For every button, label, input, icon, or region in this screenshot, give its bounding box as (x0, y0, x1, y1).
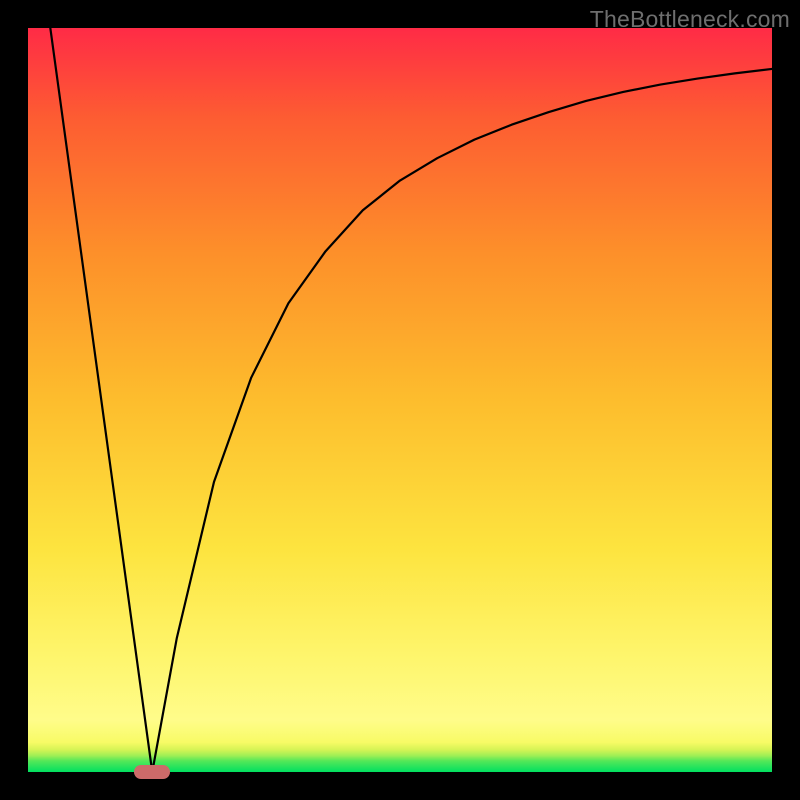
plot-area (28, 28, 772, 772)
curve-left-branch (50, 28, 152, 772)
watermark-text: TheBottleneck.com (590, 6, 790, 33)
optimal-marker (134, 765, 170, 779)
chart-frame: TheBottleneck.com (0, 0, 800, 800)
bottleneck-curve (28, 28, 772, 772)
curve-right-branch (152, 69, 772, 772)
